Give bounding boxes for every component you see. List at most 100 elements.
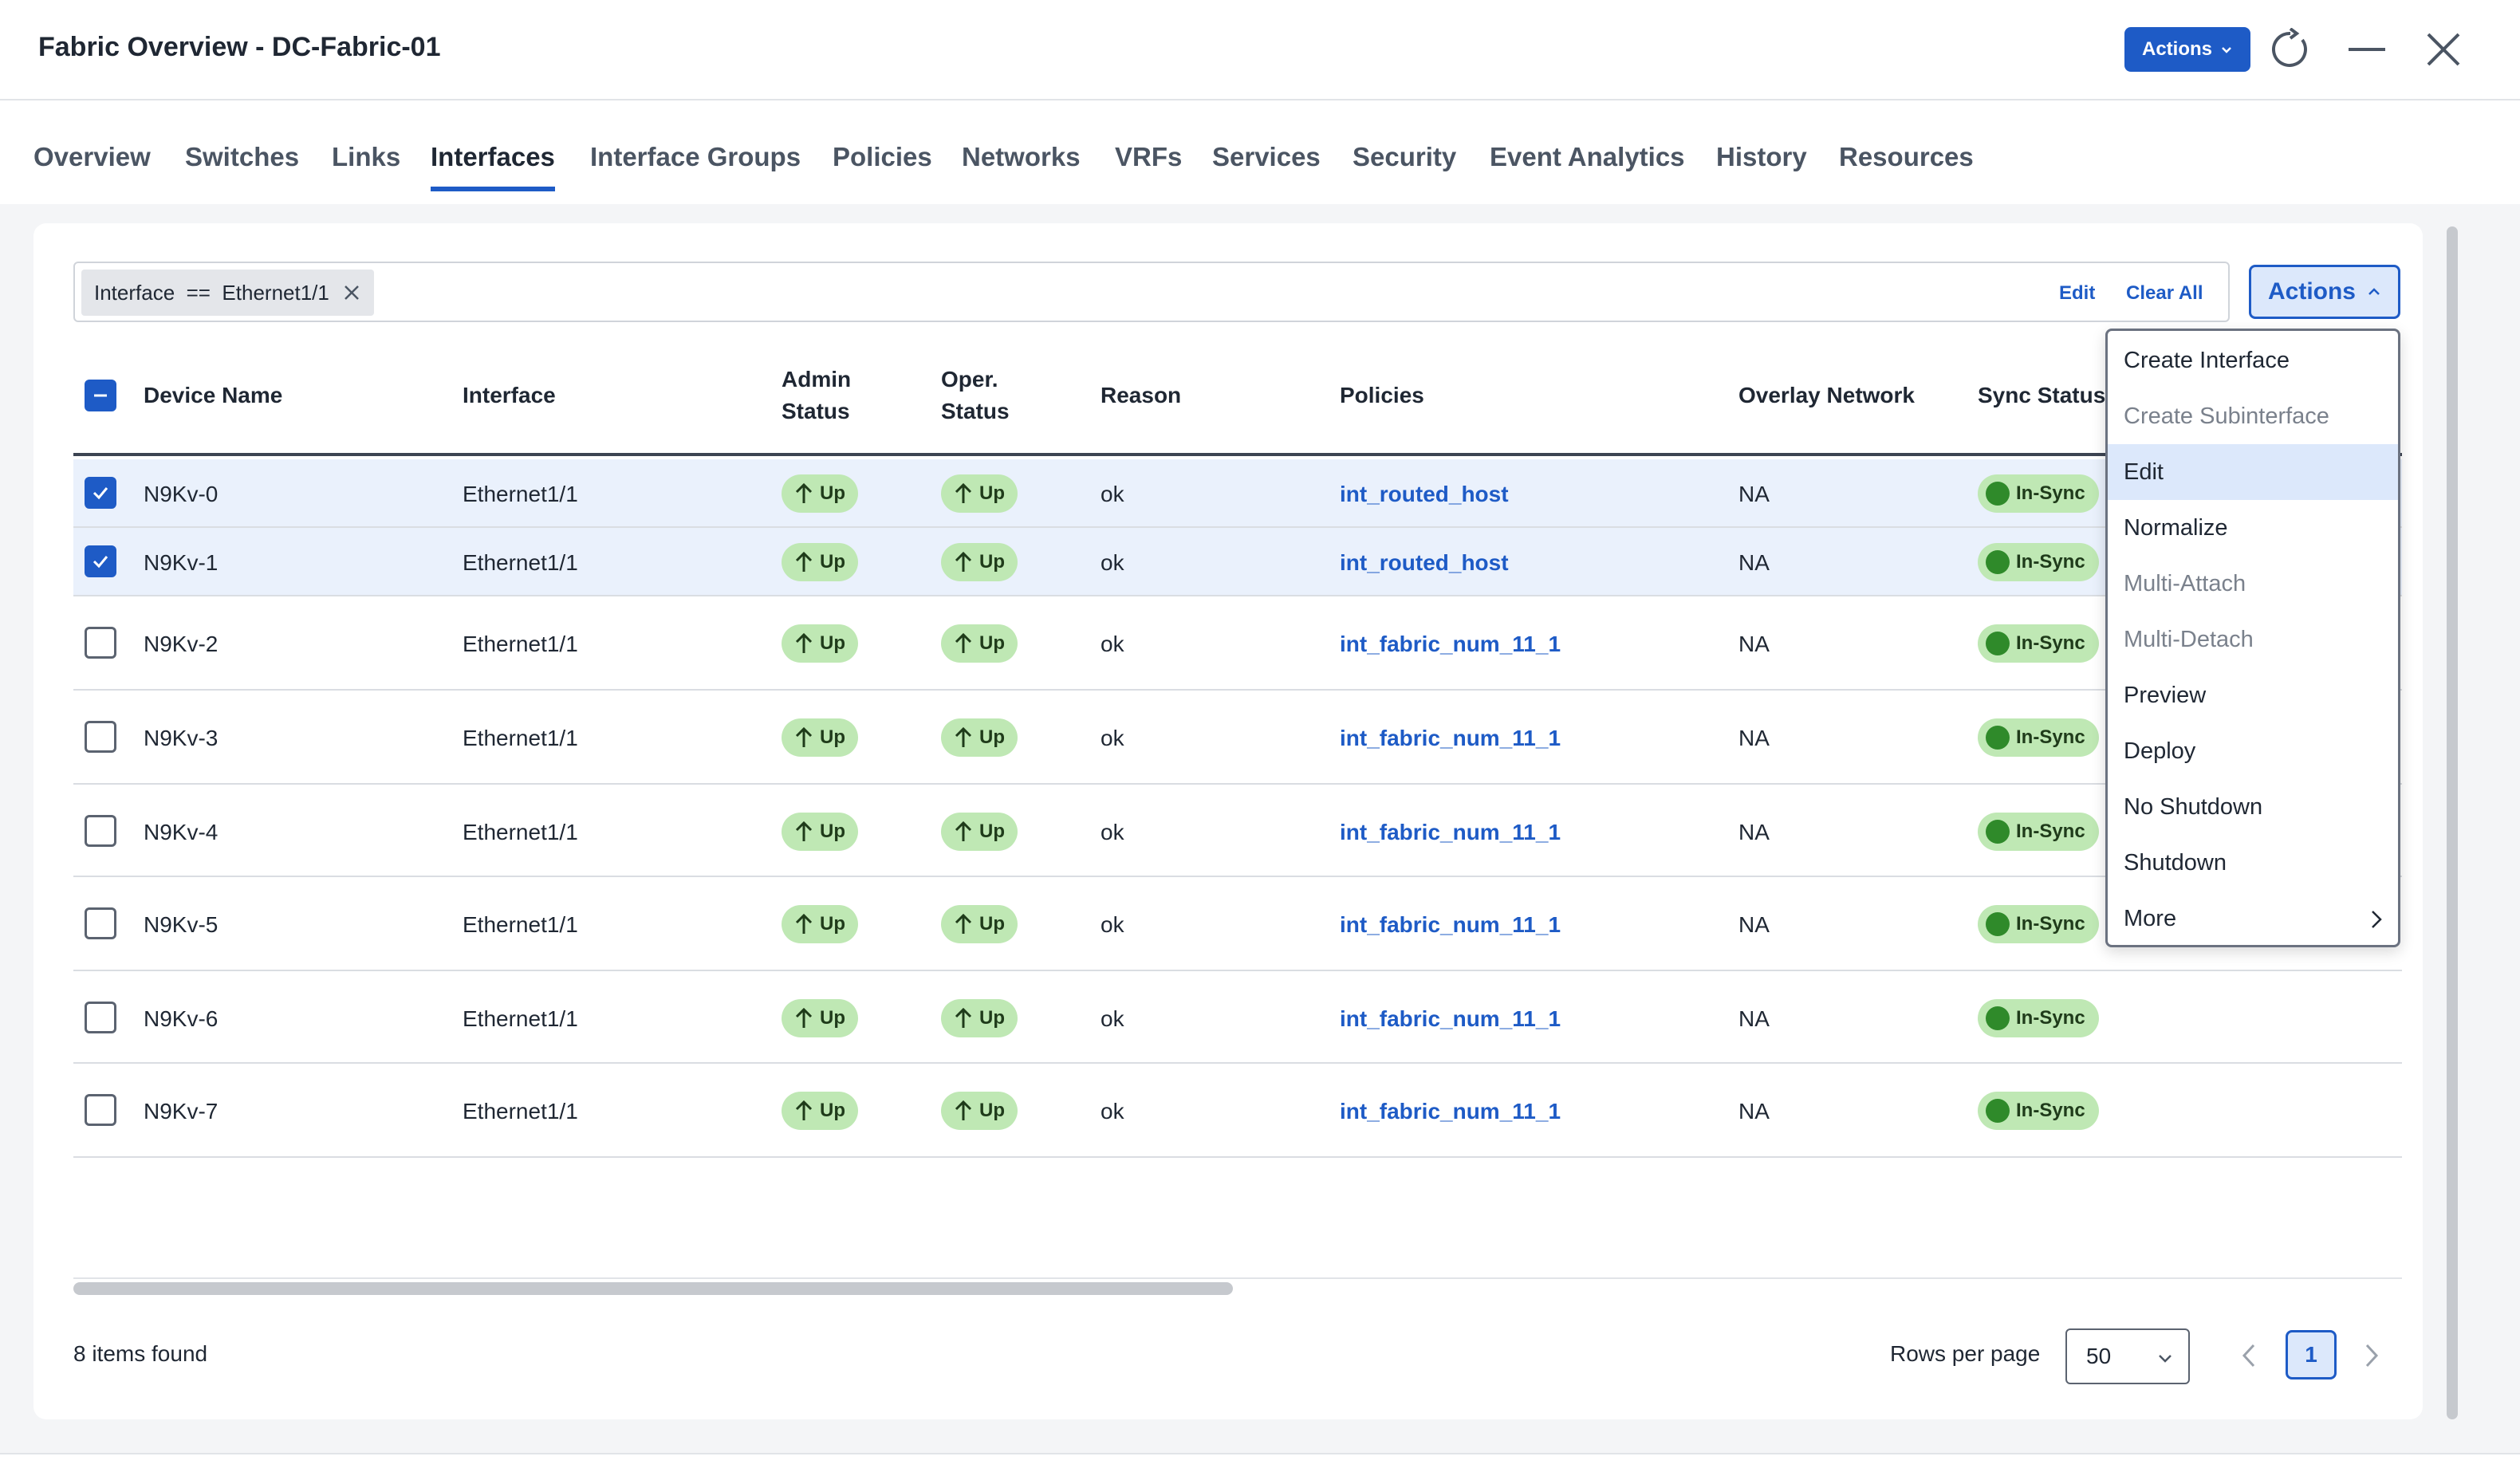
col-sync-status[interactable]: Sync Status — [1978, 380, 2105, 411]
table-row[interactable]: N9Kv-0 Ethernet1/1 Up Up ok int_routed_h… — [73, 459, 2402, 528]
next-page-icon[interactable] — [2356, 1340, 2388, 1372]
row-checkbox[interactable] — [85, 721, 116, 753]
policy-link[interactable]: int_fabric_num_11_1 — [1340, 632, 1561, 657]
row-checkbox[interactable] — [85, 1002, 116, 1033]
refresh-icon[interactable] — [2265, 24, 2316, 75]
menu-item-edit[interactable]: Edit — [2108, 444, 2398, 500]
vertical-scrollbar[interactable] — [2447, 226, 2458, 1419]
col-device-name[interactable]: Device Name — [144, 380, 282, 411]
arrow-up-icon — [955, 1100, 972, 1120]
col-policies[interactable]: Policies — [1340, 380, 1424, 411]
row-checkbox[interactable] — [85, 545, 116, 577]
tab-policies[interactable]: Policies — [833, 142, 932, 187]
select-all-checkbox[interactable] — [85, 380, 116, 411]
tab-interfaces[interactable]: Interfaces — [431, 142, 555, 191]
table-actions-button[interactable]: Actions — [2249, 265, 2400, 319]
cell-reason: ok — [1101, 550, 1124, 575]
prev-page-icon[interactable] — [2233, 1340, 2265, 1372]
row-checkbox[interactable] — [85, 907, 116, 939]
col-admin-status[interactable]: Admin Status — [782, 364, 851, 427]
oper-status-label: Up — [979, 1007, 1005, 1029]
sync-dot-icon — [1986, 482, 2010, 506]
filter-edit-link[interactable]: Edit — [2059, 282, 2095, 305]
tab-resources[interactable]: Resources — [1839, 142, 1974, 187]
oper-status-badge: Up — [941, 1092, 1018, 1130]
col-interface[interactable]: Interface — [463, 380, 556, 411]
arrow-up-icon — [795, 726, 813, 747]
table-row[interactable]: N9Kv-7 Ethernet1/1 Up Up ok int_fabric_n… — [73, 1064, 2402, 1158]
menu-item-deploy[interactable]: Deploy — [2108, 723, 2398, 779]
filter-clear-all-link[interactable]: Clear All — [2126, 282, 2203, 305]
row-checkbox[interactable] — [85, 815, 116, 847]
menu-item-create-interface[interactable]: Create Interface — [2108, 333, 2398, 388]
chip-remove-icon[interactable] — [342, 283, 361, 302]
admin-status-badge: Up — [782, 1092, 858, 1130]
oper-status-badge: Up — [941, 718, 1018, 757]
current-page-button[interactable]: 1 — [2286, 1330, 2337, 1380]
sync-status-badge: In-Sync — [1978, 474, 2099, 513]
col-overlay-network[interactable]: Overlay Network — [1738, 380, 1915, 411]
sync-status-badge: In-Sync — [1978, 813, 2099, 851]
policy-link[interactable]: int_fabric_num_11_1 — [1340, 820, 1561, 845]
admin-status-label: Up — [820, 1007, 845, 1029]
policy-link[interactable]: int_fabric_num_11_1 — [1340, 912, 1561, 938]
table-row[interactable]: N9Kv-2 Ethernet1/1 Up Up ok int_fabric_n… — [73, 596, 2402, 691]
cell-reason: ok — [1101, 912, 1124, 937]
close-icon[interactable] — [2418, 24, 2469, 75]
policy-link[interactable]: int_fabric_num_11_1 — [1340, 1099, 1561, 1124]
policy-link[interactable]: int_routed_host — [1340, 550, 1509, 576]
tab-switches[interactable]: Switches — [185, 142, 299, 187]
table-row[interactable]: N9Kv-5 Ethernet1/1 Up Up ok int_fabric_n… — [73, 877, 2402, 971]
tab-services[interactable]: Services — [1212, 142, 1321, 187]
tab-history[interactable]: History — [1716, 142, 1807, 187]
policy-link[interactable]: int_routed_host — [1340, 482, 1509, 507]
minimize-icon[interactable] — [2341, 24, 2392, 75]
chevron-down-icon — [2222, 47, 2231, 53]
oper-status-badge: Up — [941, 999, 1018, 1037]
col-oper-status[interactable]: Oper. Status — [941, 364, 1010, 427]
admin-status-label: Up — [820, 632, 845, 654]
tab-vrfs[interactable]: VRFs — [1115, 142, 1182, 187]
cell-device: N9Kv-5 — [144, 912, 219, 937]
tab-networks[interactable]: Networks — [962, 142, 1081, 187]
policy-link[interactable]: int_fabric_num_11_1 — [1340, 726, 1561, 751]
header-actions-button[interactable]: Actions — [2124, 27, 2250, 72]
sync-dot-icon — [1986, 632, 2010, 655]
table-row[interactable]: N9Kv-1 Ethernet1/1 Up Up ok int_routed_h… — [73, 528, 2402, 596]
table-row[interactable]: N9Kv-3 Ethernet1/1 Up Up ok int_fabric_n… — [73, 691, 2402, 785]
filter-chip[interactable]: Interface == Ethernet1/1 — [81, 270, 374, 316]
policy-link[interactable]: int_fabric_num_11_1 — [1340, 1006, 1561, 1032]
menu-item-no-shutdown[interactable]: No Shutdown — [2108, 779, 2398, 835]
arrow-up-icon — [795, 913, 813, 934]
col-reason[interactable]: Reason — [1101, 380, 1181, 411]
menu-item-more[interactable]: More — [2108, 891, 2398, 947]
cell-device: N9Kv-6 — [144, 1006, 219, 1031]
cell-device: N9Kv-2 — [144, 632, 219, 656]
tab-event-analytics[interactable]: Event Analytics — [1490, 142, 1685, 187]
sync-status-label: In-Sync — [2016, 726, 2085, 748]
tab-links[interactable]: Links — [332, 142, 400, 187]
filter-bar[interactable]: Interface == Ethernet1/1 Edit Clear All — [73, 262, 2230, 322]
cell-interface: Ethernet1/1 — [463, 820, 578, 844]
row-checkbox[interactable] — [85, 627, 116, 659]
tab-overview[interactable]: Overview — [33, 142, 151, 187]
cell-overlay: NA — [1738, 1006, 1770, 1031]
filter-chip-label: Interface == Ethernet1/1 — [94, 280, 329, 305]
tab-interface-groups[interactable]: Interface Groups — [590, 142, 801, 187]
cell-overlay: NA — [1738, 482, 1770, 506]
tab-security[interactable]: Security — [1353, 142, 1456, 187]
row-checkbox[interactable] — [85, 1094, 116, 1126]
horizontal-scroll-thumb[interactable] — [73, 1282, 1233, 1295]
menu-item-preview[interactable]: Preview — [2108, 667, 2398, 723]
sync-status-badge: In-Sync — [1978, 905, 2099, 943]
admin-status-badge: Up — [782, 718, 858, 757]
table-row[interactable]: N9Kv-4 Ethernet1/1 Up Up ok int_fabric_n… — [73, 785, 2402, 877]
table-row[interactable]: N9Kv-6 Ethernet1/1 Up Up ok int_fabric_n… — [73, 971, 2402, 1064]
chevron-up-icon — [2368, 288, 2380, 295]
row-checkbox[interactable] — [85, 477, 116, 509]
menu-item-normalize[interactable]: Normalize — [2108, 500, 2398, 556]
cell-interface: Ethernet1/1 — [463, 482, 578, 506]
minus-icon — [94, 394, 107, 397]
menu-item-shutdown[interactable]: Shutdown — [2108, 835, 2398, 891]
rows-per-page-select[interactable]: 50 — [2065, 1328, 2190, 1384]
